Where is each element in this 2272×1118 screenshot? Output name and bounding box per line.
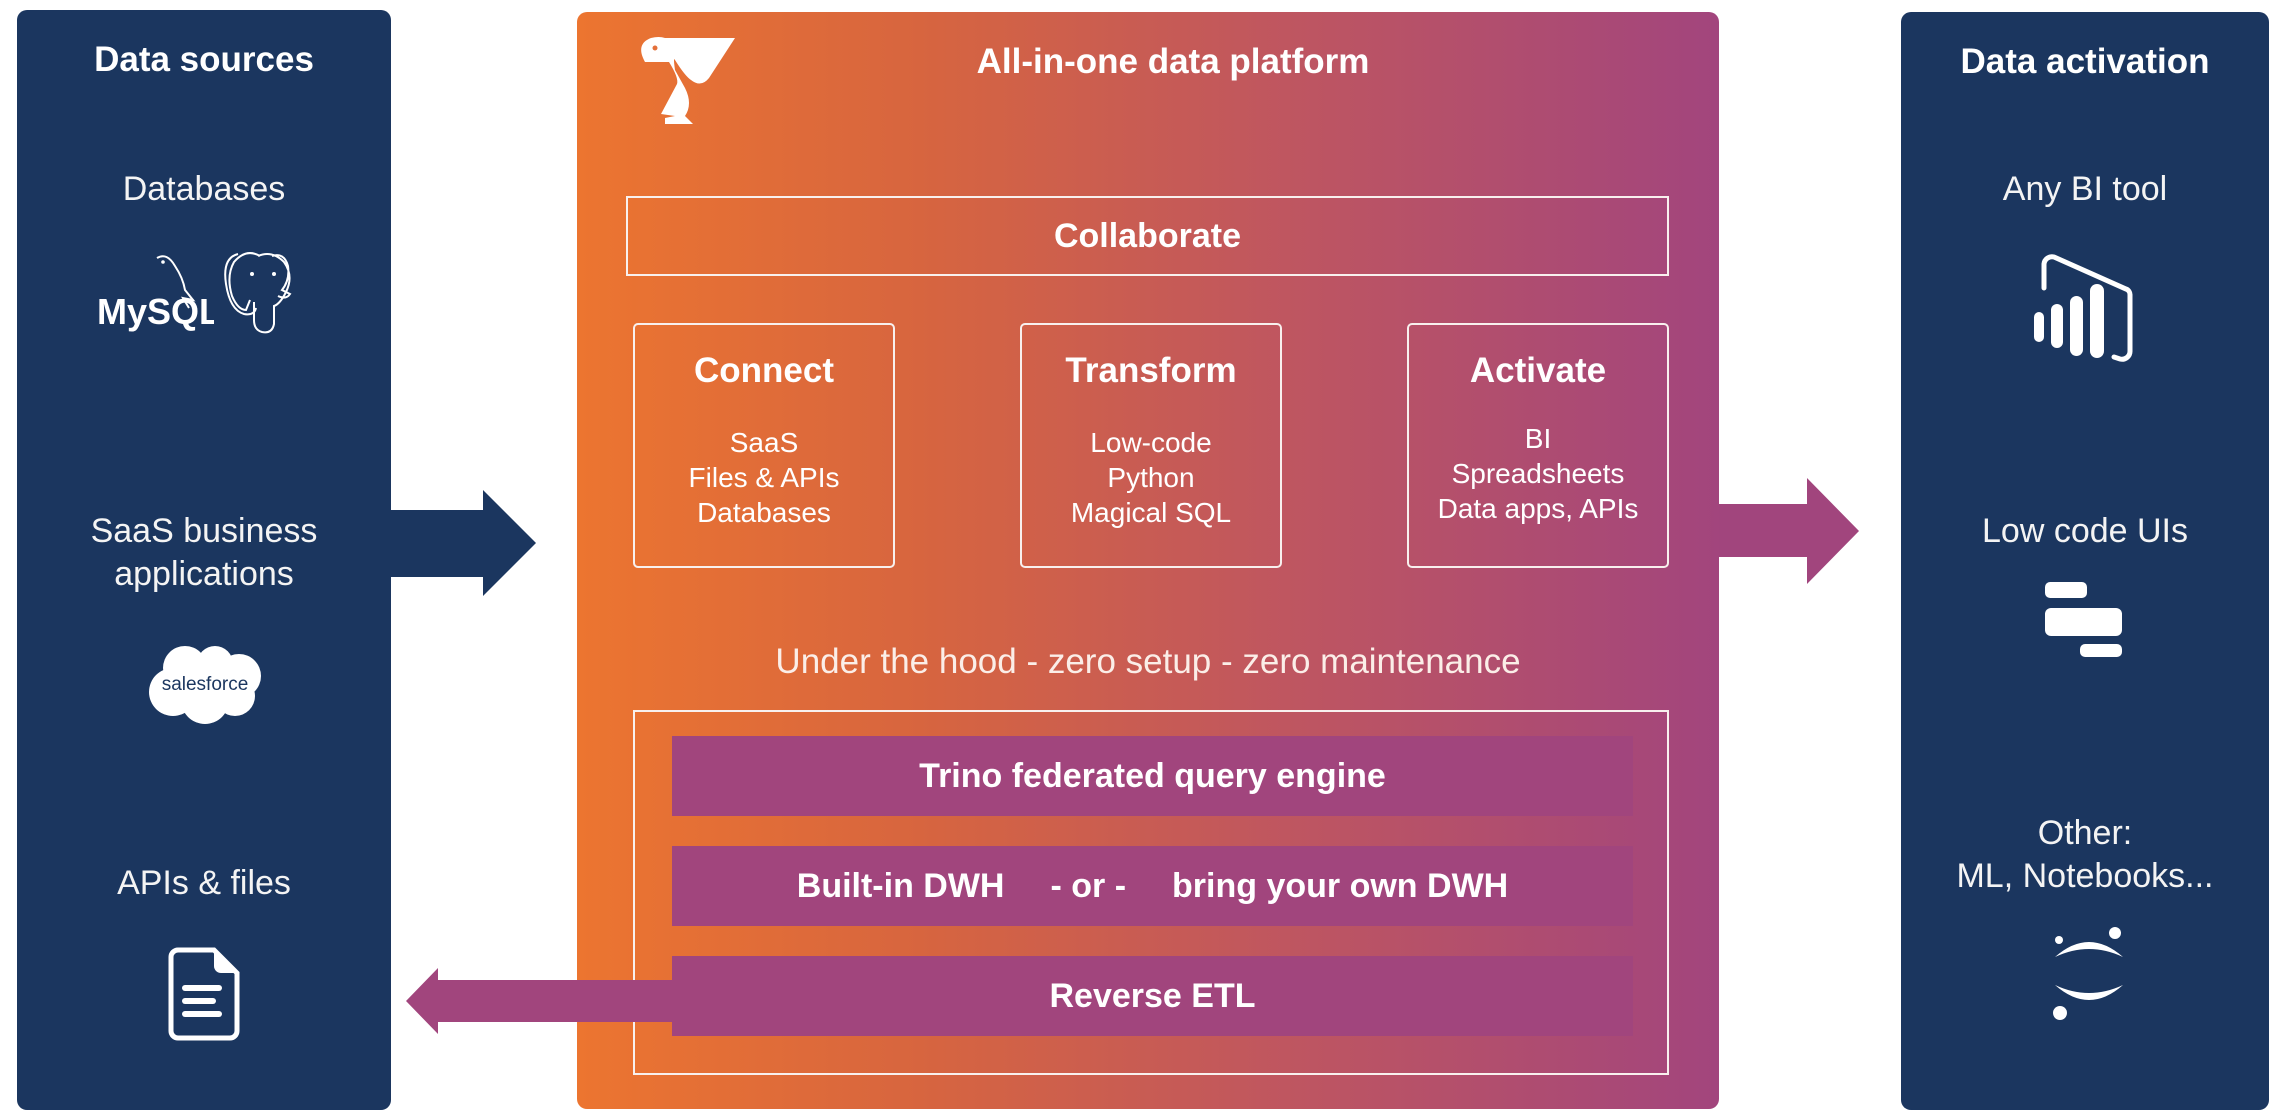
salesforce-logo-icon: salesforce [143, 642, 267, 727]
salesforce-wordmark: salesforce [162, 674, 249, 695]
connect-item: SaaS [729, 427, 799, 458]
low-code-ui-icon [2045, 582, 2125, 662]
transform-title: Transform [1065, 351, 1237, 390]
mysql-logo-icon: MySQL [79, 246, 214, 336]
collaborate-label: Collaborate [1053, 216, 1242, 255]
data-activation-panel: Data activation Any BI tool Low code UIs… [1901, 12, 2269, 1110]
trino-layer: Trino federated query engine [672, 736, 1633, 816]
byo-dwh-label: bring your own DWH [1172, 866, 1509, 905]
databases-label: Databases [122, 170, 286, 208]
arrow-right-out-of-platform-icon [1719, 478, 1860, 584]
data-activation-title: Data activation [1960, 42, 2210, 81]
activate-item: Spreadsheets [1451, 458, 1625, 489]
built-in-dwh-label: Built-in DWH [796, 866, 1005, 905]
low-code-uis-label: Low code UIs [1982, 512, 2188, 550]
other-label: Other: ML, Notebooks... [1901, 812, 2269, 898]
platform-title: All-in-one data platform [976, 42, 1370, 81]
other-label-line2: ML, Notebooks... [1956, 857, 2214, 895]
transform-card: Transform Low-code Python Magical SQL [1020, 323, 1282, 568]
data-sources-title: Data sources [94, 40, 314, 79]
data-sources-panel: Data sources Databases MySQL SaaS busine… [17, 10, 391, 1110]
connect-item: Files & APIs [688, 462, 840, 493]
saas-apps-label: SaaS business applications [17, 510, 391, 596]
apis-files-label: APIs & files [117, 864, 291, 902]
reverse-etl-label: Reverse ETL [1049, 976, 1256, 1015]
connect-card: Connect SaaS Files & APIs Databases [633, 323, 895, 568]
transform-item: Magical SQL [1070, 497, 1232, 528]
connect-title: Connect [694, 351, 834, 390]
other-label-line1: Other: [2037, 814, 2133, 852]
transform-item: Low-code [1090, 427, 1212, 458]
connect-item: Databases [697, 497, 831, 528]
activate-card: Activate BI Spreadsheets Data apps, APIs [1407, 323, 1669, 568]
platform-panel: All-in-one data platform Collaborate Con… [577, 12, 1719, 1109]
jupyter-icon [2051, 927, 2127, 1021]
any-bi-tool-label: Any BI tool [2002, 170, 2168, 208]
arrow-right-into-platform-icon [391, 490, 537, 596]
postgresql-elephant-icon [220, 246, 300, 336]
power-bi-icon [2032, 252, 2138, 362]
or-separator: - or - [1050, 866, 1127, 905]
collaborate-box: Collaborate [626, 196, 1669, 276]
activate-title: Activate [1469, 351, 1607, 390]
reverse-etl-layer: Reverse ETL [672, 956, 1633, 1036]
saas-apps-label-line2: applications [114, 555, 294, 593]
saas-apps-label-line1: SaaS business [90, 512, 318, 550]
mysql-wordmark: MySQL [97, 291, 214, 332]
trino-label: Trino federated query engine [919, 756, 1386, 795]
activate-item: Data apps, APIs [1437, 493, 1639, 524]
transform-item: Python [1107, 462, 1195, 493]
arrow-left-reverse-etl-icon [406, 968, 674, 1034]
dwh-layer: Built-in DWH - or - bring your own DWH [672, 846, 1633, 926]
under-the-hood-label: Under the hood - zero setup - zero maint… [775, 642, 1521, 681]
activate-item: BI [1524, 423, 1552, 454]
document-icon [168, 947, 240, 1041]
